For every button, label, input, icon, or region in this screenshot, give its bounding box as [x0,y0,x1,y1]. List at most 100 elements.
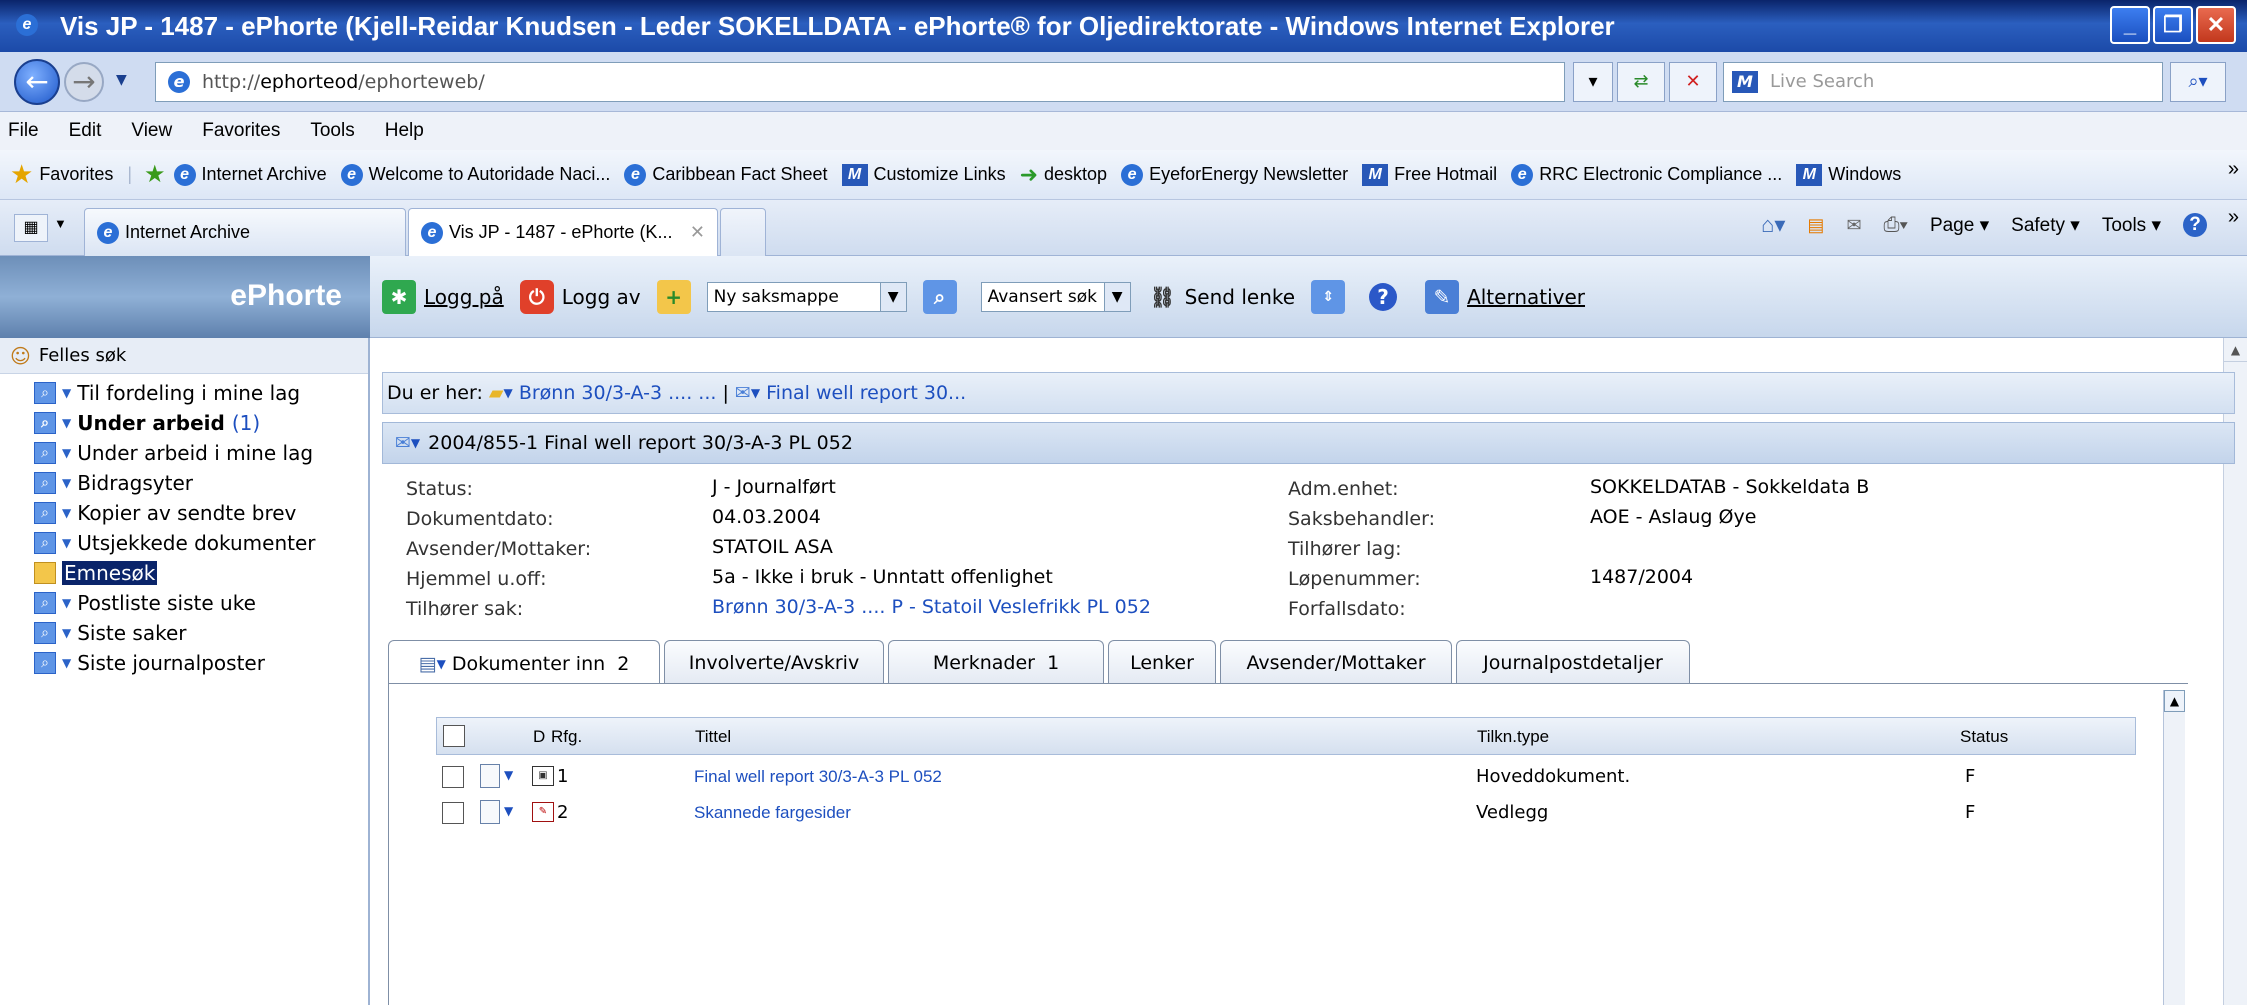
menu-tools[interactable]: Tools [310,120,354,142]
menu-file[interactable]: File [8,120,39,142]
quick-tabs-icon[interactable]: ▦ [14,214,48,242]
search-go-icon[interactable]: ⌕▾ [2170,62,2226,102]
tab-journalpostdetaljer[interactable]: Journalpostdetaljer [1456,640,1690,684]
url-dropdown-button[interactable]: ▾ [1573,62,1613,102]
col-rfg[interactable]: Rfg. [551,727,582,747]
document-tabs: ▤ ▼ Dokumenter inn 2 Involverte/Avskriv M… [388,640,2188,686]
sidebar-item-postliste[interactable]: ⌕ ▼ Postliste siste uke [0,588,368,618]
menu-help[interactable]: Help [385,120,424,142]
saksbehandler-label: Saksbehandler: [1288,508,1435,530]
refresh-icon[interactable]: ⇄ [1617,62,1665,102]
safety-menu[interactable]: Safety ▾ [2011,214,2080,237]
alternatives-button[interactable]: ✎ Alternativer [1425,279,1585,314]
tab-list-dropdown-icon[interactable]: ▼ [54,216,67,231]
tools-menu[interactable]: Tools ▾ [2102,214,2161,237]
favorites-button[interactable]: ★ Favorites [10,159,113,190]
dropdown-icon[interactable]: ▼ [411,436,420,450]
doc-title-link[interactable]: Skannede fargesider [694,803,851,823]
tab-lenker[interactable]: Lenker [1108,640,1216,684]
sidebar-item-til-fordeling[interactable]: ⌕ ▼ Til fordeling i mine lag [0,378,368,408]
fav-link-7[interactable]: e RRC Electronic Compliance ... [1511,163,1782,186]
dropdown-icon[interactable]: ▼ [504,768,513,782]
back-button[interactable]: ← [14,59,60,105]
home-icon[interactable]: ⌂▾ [1761,212,1785,238]
sidebar-item-under-arbeid[interactable]: ⌕ ▼ Under arbeid (1) [0,408,368,438]
doc-title-link[interactable]: Final well report 30/3-A-3 PL 052 [694,767,942,787]
menu-edit[interactable]: Edit [69,120,102,142]
row-checkbox[interactable] [442,802,464,824]
new-folder-icon[interactable]: + [656,279,699,314]
table-row[interactable]: ▼ ▣ 1 Final well report 30/3-A-3 PL 052 … [436,760,2136,794]
new-tab-button[interactable] [720,208,766,256]
close-window-button[interactable]: ✕ [2196,6,2236,44]
fav-link-1[interactable]: e Welcome to Autoridade Naci... [340,163,610,186]
tab-merknader[interactable]: Merknader 1 [888,640,1104,684]
new-item-select[interactable]: Ny saksmappe ▼ [706,281,907,312]
dropdown-icon[interactable]: ▼ [504,386,513,400]
tab-avsender-mottaker[interactable]: Avsender/Mottaker [1220,640,1452,684]
add-favorite-icon[interactable]: ★ [144,160,166,189]
menu-favorites[interactable]: Favorites [202,120,280,142]
send-link-button[interactable]: ⛓ Send lenke [1149,280,1295,314]
tab-vis-jp[interactable]: e Vis JP - 1487 - ePhorte (K... ✕ [408,208,718,256]
page-menu[interactable]: Page ▾ [1930,214,1989,237]
sidebar-item-under-arbeid-lag[interactable]: ⌕ ▼ Under arbeid i mine lag [0,438,368,468]
feeds-icon[interactable]: ▤ [1807,215,1824,236]
fav-link-2[interactable]: e Caribbean Fact Sheet [624,163,828,186]
table-scrollbar[interactable]: ▲ [2163,690,2185,1005]
wrench-icon: ✎ [1425,279,1460,314]
dropdown-icon[interactable]: ▼ [751,386,760,400]
help-button[interactable]: ? [1369,282,1405,311]
fav-link-6[interactable]: M Free Hotmail [1362,163,1497,186]
select-all-checkbox[interactable] [443,725,465,747]
history-dropdown-icon[interactable]: ▼ [116,72,127,88]
live-search-input[interactable]: M Live Search [1723,62,2163,102]
minimize-button[interactable]: _ [2110,6,2150,44]
sidebar-item-kopier[interactable]: ⌕ ▼ Kopier av sendte brev [0,498,368,528]
tab-dokumenter-inn[interactable]: ▤ ▼ Dokumenter inn 2 [388,640,660,686]
forward-button[interactable]: → [64,62,104,102]
chevron-more-icon[interactable]: » [2228,206,2239,229]
table-row[interactable]: ▼ ✎ 2 Skannede fargesider Vedlegg F [436,796,2136,830]
tilhorer-sak-label: Tilhører sak: [406,598,524,620]
sidebar-item-siste-saker[interactable]: ⌕ ▼ Siste saker [0,618,368,648]
tilhorer-sak-link[interactable]: Brønn 30/3-A-3 .... P - Statoil Veslefri… [712,596,1151,618]
dropdown-icon[interactable]: ▼ [504,804,513,818]
stop-icon[interactable]: ✕ [1669,62,1717,102]
logout-button[interactable]: ⏻ Logg av [519,279,641,314]
tab-internet-archive[interactable]: e Internet Archive [84,208,406,256]
fav-link-0[interactable]: e Internet Archive [173,163,327,186]
fav-link-5[interactable]: e EyeforEnergy Newsletter [1121,163,1348,186]
scroll-up-icon[interactable]: ▲ [2224,338,2247,362]
menu-view[interactable]: View [131,120,172,142]
login-button[interactable]: ✱ Logg på [382,279,504,314]
sidebar-item-siste-journalposter[interactable]: ⌕ ▼ Siste journalposter [0,648,368,678]
scroll-up-icon[interactable]: ▲ [2164,690,2185,712]
close-tab-icon[interactable]: ✕ [690,222,705,243]
table-header: D Rfg. Tittel Tilkn.type Status [436,717,2136,755]
chevron-more-icon[interactable]: » [2228,158,2239,181]
updown-button[interactable]: ⇕ [1311,279,1353,314]
search-icon: ⌕ [34,532,56,554]
rfg-value: 2 [557,802,569,823]
fav-link-3[interactable]: M Customize Links [841,163,1006,186]
restore-button[interactable]: ❐ [2153,6,2193,44]
tab-involverte[interactable]: Involverte/Avskriv [664,640,884,684]
help-icon[interactable]: ? [2183,213,2207,237]
col-tittel[interactable]: Tittel [695,727,731,747]
sidebar-item-emnesok[interactable]: Emnesøk [0,558,368,588]
url-input[interactable]: e http://ephorteod/ephorteweb/ [155,62,1565,102]
sidebar-item-utsjekkede[interactable]: ⌕ ▼ Utsjekkede dokumenter [0,528,368,558]
breadcrumb-case-link[interactable]: Brønn 30/3-A-3 .... ... [519,382,717,404]
print-icon[interactable]: ⎙▾ [1884,214,1908,237]
search-button[interactable]: ⌕ [922,279,965,314]
col-tilkn-type[interactable]: Tilkn.type [1477,727,1549,747]
fav-link-8[interactable]: M Windows [1796,163,1901,186]
read-mail-icon[interactable]: ✉ [1846,215,1861,236]
sidebar-item-bidragsyter[interactable]: ⌕ ▼ Bidragsyter [0,468,368,498]
breadcrumb-doc-link[interactable]: Final well report 30... [766,382,966,404]
row-checkbox[interactable] [442,766,464,788]
advanced-search-select[interactable]: Avansert søk ▼ [980,281,1131,312]
fav-link-4[interactable]: ➜ desktop [1020,162,1107,188]
col-status[interactable]: Status [1960,727,2008,747]
